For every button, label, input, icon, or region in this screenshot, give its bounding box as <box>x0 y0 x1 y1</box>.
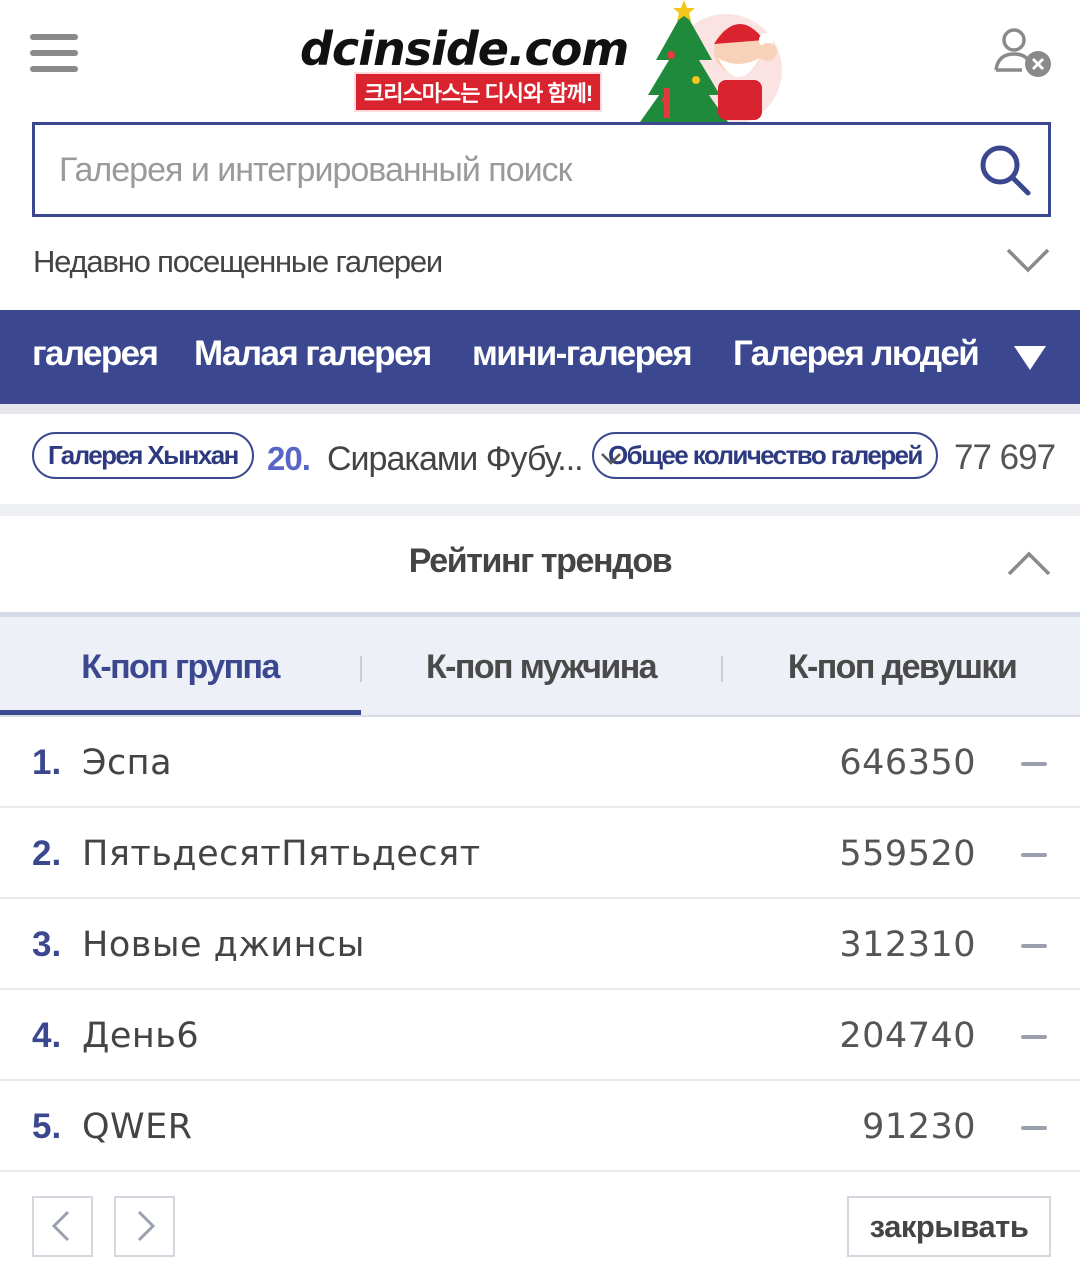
search-icon[interactable] <box>976 141 1034 199</box>
trending-footer: закрывать <box>0 1175 1080 1280</box>
nav-item-minor-gallery[interactable]: Малая галерея <box>194 334 432 374</box>
item-name: Новые джинсы <box>82 925 365 965</box>
trending-tabs: К-поп группа К-поп мужчина К-поп девушки <box>0 617 1080 717</box>
list-item[interactable]: 5. QWER 91230 <box>0 1081 1080 1172</box>
search-input[interactable] <box>59 143 959 198</box>
next-page-button[interactable] <box>114 1196 175 1257</box>
trending-title: Рейтинг трендов <box>408 542 673 580</box>
christmas-mascot-icon <box>640 0 782 122</box>
chevron-right-icon <box>137 1210 156 1242</box>
search-box <box>32 122 1051 217</box>
chevron-up-icon[interactable] <box>1006 548 1052 578</box>
divider <box>0 404 1080 414</box>
total-galleries-pill[interactable]: Общее количество галерей <box>592 432 938 479</box>
close-button[interactable]: закрывать <box>847 1196 1051 1257</box>
gallery-info-row: Галерея Хынхан 20. Сираками Фубу... Обще… <box>0 414 1080 504</box>
no-change-icon <box>1021 853 1047 857</box>
trending-list: 1. Эспа 646350 2. ПятьдесятПятьдесят 559… <box>0 717 1080 1172</box>
item-value: 204740 <box>839 1016 976 1056</box>
nav-item-person-gallery[interactable]: Галерея людей <box>733 334 980 374</box>
list-item[interactable]: 2. ПятьдесятПятьдесят 559520 <box>0 808 1080 899</box>
header: dcinside.com 크리스마스는 디시와 함께! <box>0 0 1080 122</box>
rank-num: 3. <box>32 925 62 964</box>
divider <box>0 504 1080 516</box>
total-galleries-count: 77 697 <box>954 438 1056 477</box>
chevron-left-icon <box>51 1210 70 1242</box>
active-tab-indicator <box>0 710 361 715</box>
tab-kpop-group[interactable]: К-поп группа <box>0 617 360 717</box>
item-name: Эспа <box>82 743 173 783</box>
no-change-icon <box>1021 944 1047 948</box>
chevron-down-icon <box>1006 248 1050 273</box>
item-value: 91230 <box>862 1107 976 1147</box>
nav-item-mini-gallery[interactable]: мини-галерея <box>472 334 693 374</box>
logo-subtitle: 크리스마스는 디시와 함께! <box>354 72 603 112</box>
rank-num: 4. <box>32 1016 62 1055</box>
user-logout-icon[interactable] <box>994 26 1054 80</box>
recent-galleries-label: Недавно посещенные галереи <box>33 244 443 279</box>
rank-number: 20. <box>267 440 311 477</box>
triangle-down-icon[interactable] <box>1012 344 1048 372</box>
item-name: День6 <box>82 1016 200 1056</box>
tab-divider <box>360 656 362 682</box>
item-name: ПятьдесятПятьдесят <box>82 834 481 874</box>
tab-divider <box>721 656 723 682</box>
list-item[interactable]: 4. День6 204740 <box>0 990 1080 1081</box>
no-change-icon <box>1021 762 1047 766</box>
small-chevron-down-icon <box>601 453 621 465</box>
item-name: QWER <box>82 1107 193 1147</box>
hamburger-menu-icon[interactable] <box>30 32 80 76</box>
rank-num: 1. <box>32 743 62 782</box>
recent-galleries-toggle[interactable]: Недавно посещенные галереи <box>0 222 1080 304</box>
item-value: 559520 <box>839 834 976 874</box>
rank-gallery-name[interactable]: Сираками Фубу... <box>327 440 584 479</box>
logo-text: dcinside.com <box>300 22 629 76</box>
rank-num: 5. <box>32 1107 62 1146</box>
list-item[interactable]: 3. Новые джинсы 312310 <box>0 899 1080 990</box>
item-value: 646350 <box>839 743 976 783</box>
gallery-nav-bar: галерея Малая галерея мини-галерея Галер… <box>0 310 1080 404</box>
no-change-icon <box>1021 1035 1047 1039</box>
site-logo[interactable]: dcinside.com 크리스마스는 디시와 함께! <box>300 22 660 112</box>
trending-header: Рейтинг трендов <box>0 516 1080 614</box>
gallery-pill-hynhan[interactable]: Галерея Хынхан <box>32 432 254 479</box>
prev-page-button[interactable] <box>32 1196 93 1257</box>
tab-kpop-female[interactable]: К-поп девушки <box>722 617 1080 717</box>
no-change-icon <box>1021 1126 1047 1130</box>
rank-num: 2. <box>32 834 62 873</box>
tab-kpop-male[interactable]: К-поп мужчина <box>361 617 721 717</box>
list-item[interactable]: 1. Эспа 646350 <box>0 717 1080 808</box>
nav-item-gallery[interactable]: галерея <box>32 334 159 374</box>
item-value: 312310 <box>839 925 976 965</box>
